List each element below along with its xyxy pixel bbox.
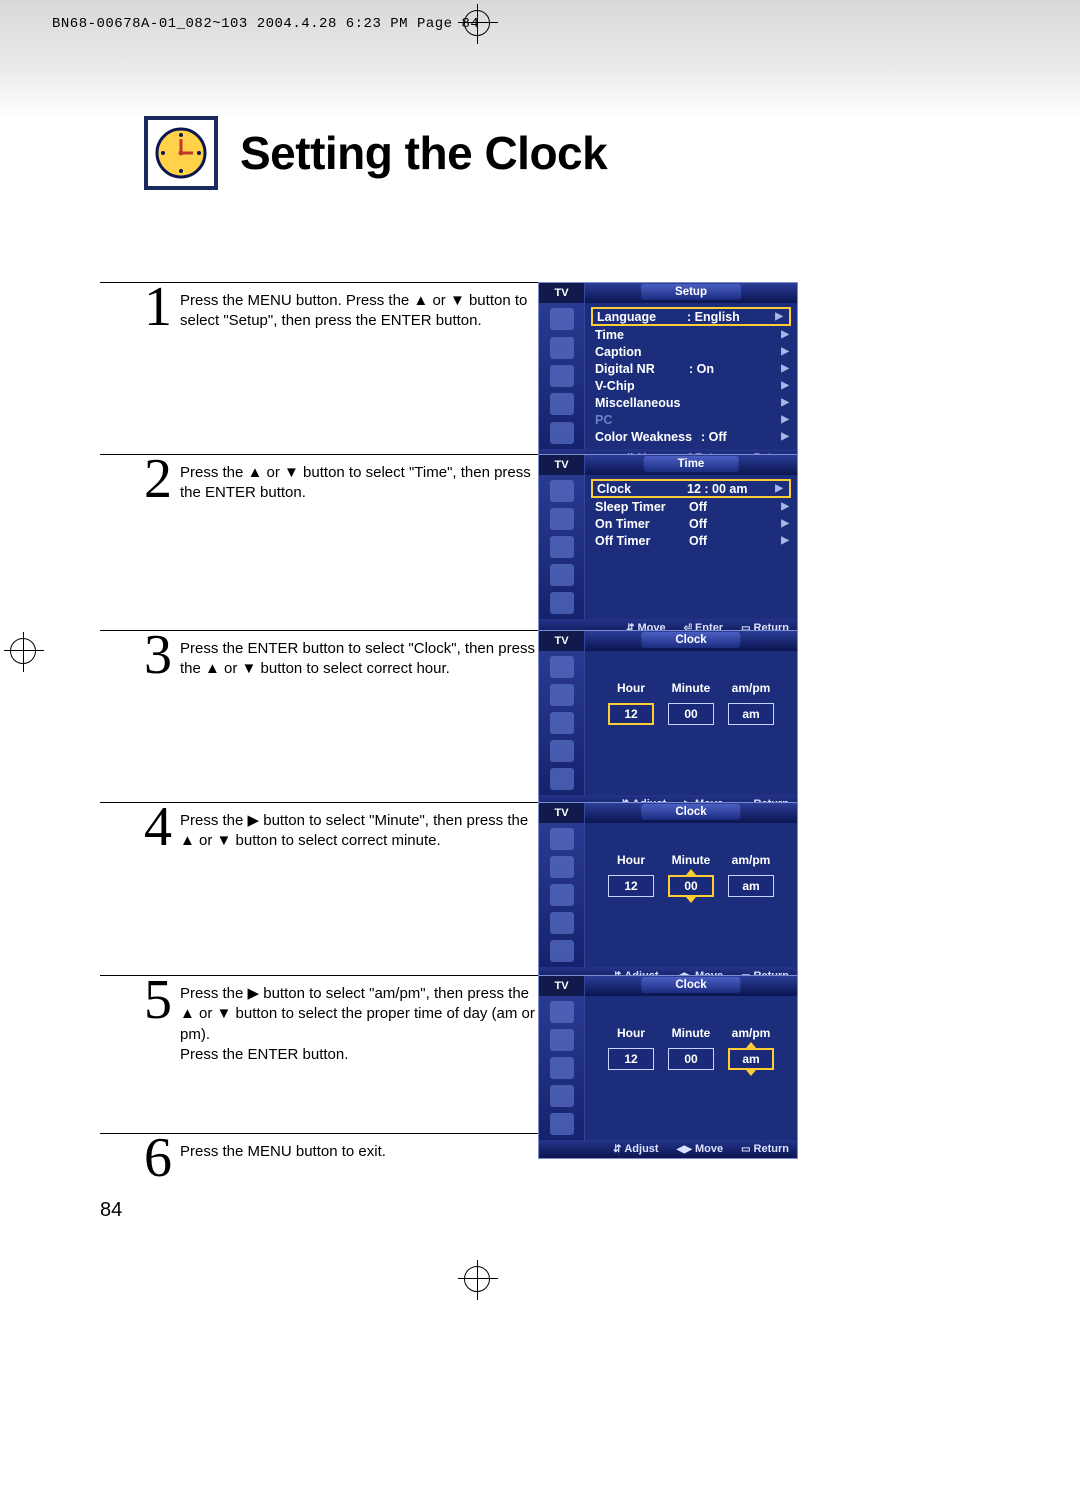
step-text: Press the MENU button. Press the ▲ or ▼ …: [180, 291, 540, 332]
arrow-right-icon: ▶: [775, 311, 783, 322]
arrow-right-icon: ▶: [781, 431, 789, 442]
return-icon: ▭: [741, 1144, 750, 1155]
osd-title: Clock: [641, 977, 740, 993]
clock-label-ampm: am/pm: [728, 681, 774, 695]
clock-icon: [144, 116, 218, 190]
page-title: Setting the Clock: [240, 126, 607, 180]
step-number: 1: [144, 279, 172, 335]
osd-item-digital-nr[interactable]: Digital NR : On ▶: [587, 360, 795, 377]
osd-item-pc: PC ▶: [587, 411, 795, 428]
clock-value-hour[interactable]: 12: [608, 703, 654, 725]
step-number: 6: [144, 1130, 172, 1186]
arrow-right-icon: ▶: [781, 329, 789, 340]
osd-title: Clock: [641, 632, 740, 648]
step-text: Press the ▲ or ▼ button to select "Time"…: [180, 463, 540, 504]
clock-value-hour[interactable]: 12: [608, 1048, 654, 1070]
osd-setup-panel: TV Setup Language : English ▶ Time ▶ Cap…: [538, 282, 798, 468]
arrow-right-icon: ▶: [781, 346, 789, 357]
arrow-right-icon: ▶: [781, 380, 789, 391]
osd-item-clock[interactable]: Clock 12 : 00 am ▶: [591, 479, 791, 498]
updown-icon: ⇵: [613, 1144, 621, 1155]
clock-label-minute: Minute: [668, 681, 714, 695]
osd-item-language[interactable]: Language : English ▶: [591, 307, 791, 326]
osd-side-icons: [539, 651, 585, 795]
print-header: BN68-00678A-01_082~103 2004.4.28 6:23 PM…: [52, 16, 479, 32]
clock-value-minute[interactable]: 00: [668, 703, 714, 725]
clock-label-minute: Minute: [668, 853, 714, 867]
osd-item-color-weakness[interactable]: Color Weakness : Off ▶: [587, 428, 795, 445]
clock-value-hour[interactable]: 12: [608, 875, 654, 897]
osd-tv-label: TV: [539, 976, 585, 996]
osd-clock-panel-hour: TV Clock Hour Minute am/pm 12 00 am ⇵Adj…: [538, 630, 798, 814]
page-number: 84: [100, 1199, 122, 1222]
step-number: 3: [144, 627, 172, 683]
arrow-right-icon: ▶: [781, 518, 789, 529]
leftright-icon: ◀▶: [677, 1144, 692, 1155]
clock-label-hour: Hour: [608, 681, 654, 695]
osd-title: Clock: [641, 804, 740, 820]
clock-value-ampm[interactable]: am: [728, 875, 774, 897]
arrow-right-icon: ▶: [775, 483, 783, 494]
osd-item-off-timer[interactable]: Off Timer Off ▶: [587, 532, 795, 549]
arrow-right-icon: ▶: [781, 535, 789, 546]
clock-value-ampm[interactable]: am: [728, 703, 774, 725]
step-text: Press the ENTER button to select "Clock"…: [180, 639, 540, 680]
clock-label-hour: Hour: [608, 853, 654, 867]
step-number: 5: [144, 972, 172, 1028]
clock-value-minute[interactable]: 00: [668, 875, 714, 897]
arrow-right-icon: ▶: [781, 397, 789, 408]
osd-footer: ⇵Adjust ◀▶Move ▭Return: [539, 1140, 797, 1158]
arrow-right-icon: ▶: [781, 363, 789, 374]
osd-tv-label: TV: [539, 803, 585, 823]
step-text: Press the ▶ button to select "Minute", t…: [180, 811, 540, 852]
arrow-right-icon: ▶: [781, 414, 789, 425]
osd-item-vchip[interactable]: V-Chip ▶: [587, 377, 795, 394]
osd-tv-label: TV: [539, 631, 585, 651]
osd-item-time[interactable]: Time ▶: [587, 326, 795, 343]
step-number: 2: [144, 451, 172, 507]
osd-title: Time: [644, 456, 739, 472]
clock-value-ampm[interactable]: am: [728, 1048, 774, 1070]
clock-label-hour: Hour: [608, 1026, 654, 1040]
step-number: 4: [144, 799, 172, 855]
osd-item-on-timer[interactable]: On Timer Off ▶: [587, 515, 795, 532]
clock-label-ampm: am/pm: [728, 1026, 774, 1040]
osd-tv-label: TV: [539, 455, 585, 475]
step-text: Press the ▶ button to select "am/pm", th…: [180, 984, 540, 1065]
clock-value-minute[interactable]: 00: [668, 1048, 714, 1070]
clock-label-ampm: am/pm: [728, 853, 774, 867]
arrow-right-icon: ▶: [781, 501, 789, 512]
step-text: Press the MENU button to exit.: [180, 1142, 540, 1162]
osd-item-caption[interactable]: Caption ▶: [587, 343, 795, 360]
osd-side-icons: [539, 823, 585, 967]
osd-title: Setup: [641, 284, 741, 300]
osd-item-miscellaneous[interactable]: Miscellaneous ▶: [587, 394, 795, 411]
osd-item-sleep-timer[interactable]: Sleep Timer Off ▶: [587, 498, 795, 515]
osd-clock-panel-ampm: TV Clock Hour Minute am/pm 12 00 am ⇵Adj…: [538, 975, 798, 1159]
osd-time-panel: TV Time Clock 12 : 00 am ▶ Sleep Timer O…: [538, 454, 798, 638]
osd-clock-panel-minute: TV Clock Hour Minute am/pm 12 00 am ⇵Adj…: [538, 802, 798, 986]
osd-side-icons: [539, 996, 585, 1140]
clock-label-minute: Minute: [668, 1026, 714, 1040]
osd-side-icons: [539, 475, 585, 619]
osd-tv-label: TV: [539, 283, 585, 303]
osd-side-icons: [539, 303, 585, 449]
